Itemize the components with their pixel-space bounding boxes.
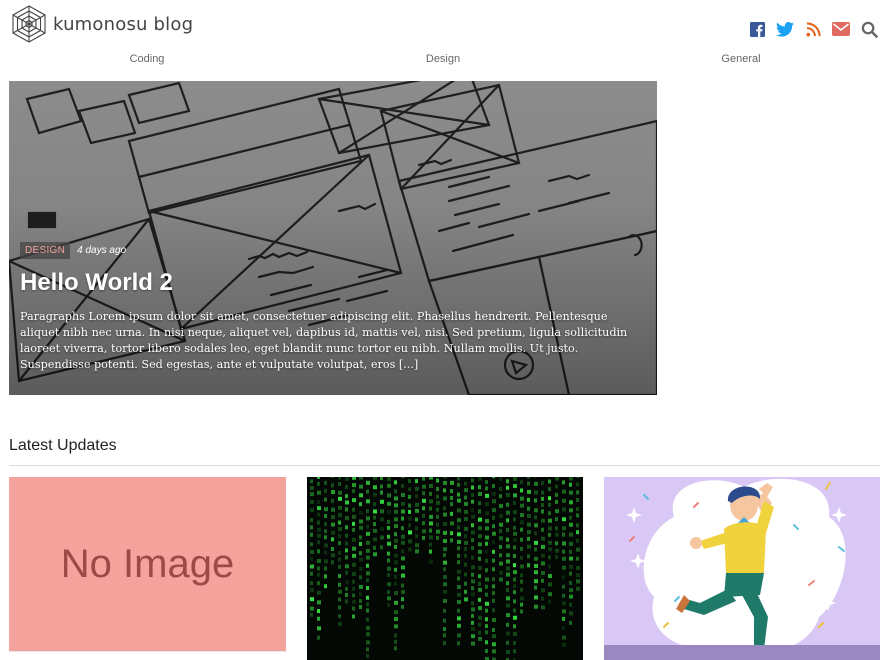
spiderweb-logo-icon <box>12 5 46 43</box>
section-divider <box>9 465 880 466</box>
twitter-icon[interactable] <box>776 20 794 38</box>
post-card[interactable] <box>307 477 583 660</box>
category-badge[interactable]: DESIGN <box>20 242 71 259</box>
latest-updates-heading: Latest Updates <box>9 437 117 454</box>
post-card[interactable]: No Image <box>9 477 286 660</box>
no-image-placeholder: No Image <box>60 541 235 586</box>
mail-icon[interactable] <box>832 20 850 38</box>
nav-item-design[interactable]: Design <box>426 53 460 65</box>
nav-item-general[interactable]: General <box>721 53 760 65</box>
facebook-icon[interactable] <box>748 20 766 38</box>
search-icon[interactable] <box>860 20 878 38</box>
featured-meta: DESIGN 4 days ago <box>20 242 126 259</box>
rss-icon[interactable] <box>804 20 822 38</box>
post-time-ago: 4 days ago <box>77 245 127 256</box>
featured-title[interactable]: Hello World 2 <box>20 269 173 297</box>
nav-item-coding[interactable]: Coding <box>130 53 165 65</box>
featured-excerpt: Paragraphs Lorem ipsum dolor sit amet, c… <box>20 310 628 371</box>
card-footer <box>9 651 286 660</box>
matrix-code-image <box>307 477 583 660</box>
category-nav: Coding Design General <box>0 53 880 69</box>
social-links <box>748 20 878 38</box>
site-logo[interactable]: kumonosu blog <box>9 4 193 44</box>
site-title: kumonosu blog <box>53 13 194 35</box>
post-card[interactable] <box>604 477 880 660</box>
celebrating-person-illustration <box>604 477 880 660</box>
featured-post[interactable]: DESIGN 4 days ago Hello World 2 Paragrap… <box>9 81 657 395</box>
